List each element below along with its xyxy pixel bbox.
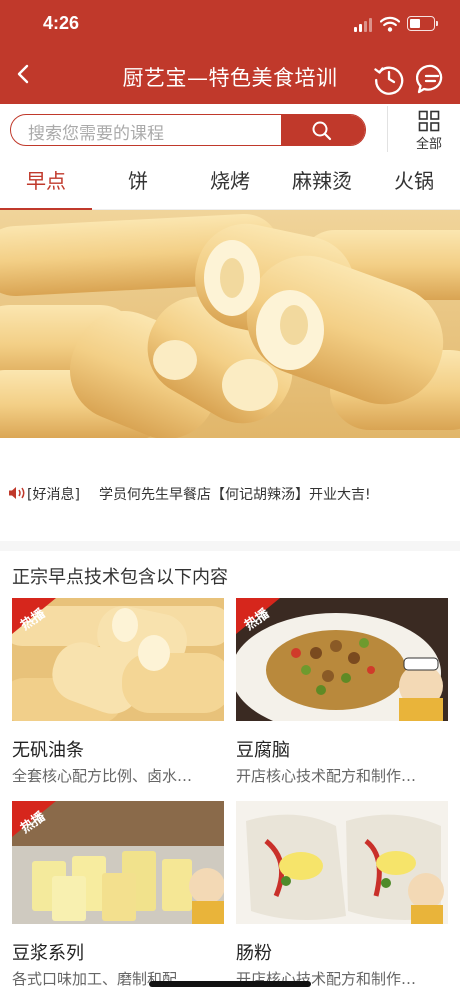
hot-badge: 热播: [12, 598, 68, 638]
message-bubble-icon[interactable]: [416, 63, 448, 95]
course-card[interactable]: 热播 无矾油条 全套核心配方比例、卤水…: [12, 598, 224, 785]
home-indicator[interactable]: [149, 981, 311, 987]
speaker-icon: [9, 487, 25, 499]
course-thumbnail: [236, 801, 448, 924]
history-clock-icon[interactable]: [373, 63, 405, 95]
status-bar: 4:26: [0, 0, 460, 50]
course-thumbnail: 热播: [12, 801, 224, 924]
course-card[interactable]: 热播 豆腐脑 开店核心技术配方和制作…: [236, 598, 448, 785]
course-thumbnail: 热播: [12, 598, 224, 721]
news-tag: [好消息]: [27, 487, 80, 503]
divider: [387, 106, 388, 152]
grid-icon: [418, 110, 440, 132]
cellular-signal-icon: [354, 18, 374, 32]
section-title: 正宗早点技术包含以下内容: [12, 567, 228, 588]
battery-icon: [407, 16, 438, 31]
page-title: 厨艺宝—特色美食培训: [122, 66, 338, 90]
search-button[interactable]: [281, 115, 365, 145]
course-name: 豆浆系列: [12, 943, 84, 964]
tab-label: 早点: [26, 169, 66, 193]
course-name: 无矾油条: [12, 740, 84, 761]
course-desc: 全套核心配方比例、卤水…: [12, 767, 193, 785]
tab-label: 烧烤: [210, 169, 250, 193]
app-header: 4:26 厨艺宝—特色美食培训: [0, 0, 460, 104]
all-categories-button[interactable]: 全部: [402, 110, 456, 152]
course-card[interactable]: 热播 豆浆系列 各式口味加工、磨制和配…: [12, 801, 224, 988]
tab-huoguo[interactable]: 火锅: [368, 154, 460, 210]
course-thumbnail: 热播: [236, 598, 448, 721]
wifi-icon: [380, 16, 400, 32]
app-screen: 4:26 厨艺宝—特色美食培训 搜索您需要的课程 全部 早点 饼 烧烤 麻辣烫 …: [0, 0, 460, 996]
course-name: 肠粉: [236, 943, 272, 964]
tab-malatang[interactable]: 麻辣烫: [276, 154, 368, 210]
course-name: 豆腐脑: [236, 740, 290, 761]
tab-shaokao[interactable]: 烧烤: [184, 154, 276, 210]
banner-image[interactable]: [0, 210, 460, 438]
tab-label: 火锅: [394, 169, 434, 193]
tab-label: 饼: [128, 169, 148, 193]
category-tabs: 早点 饼 烧烤 麻辣烫 火锅: [0, 154, 460, 210]
tab-label: 麻辣烫: [292, 169, 352, 193]
news-text: 学员何先生早餐店【何记胡辣汤】开业大吉!: [99, 487, 371, 503]
news-ticker[interactable]: [好消息] 学员何先生早餐店【何记胡辣汤】开业大吉!: [0, 438, 460, 541]
search-input[interactable]: 搜索您需要的课程: [10, 114, 366, 146]
hot-badge: 热播: [236, 598, 292, 638]
hot-badge: 热播: [12, 801, 68, 841]
search-icon: [312, 121, 332, 141]
search-bar-row: 搜索您需要的课程 全部: [0, 104, 460, 154]
back-arrow-icon[interactable]: [12, 62, 36, 86]
search-placeholder: 搜索您需要的课程: [28, 124, 164, 144]
all-categories-label: 全部: [415, 137, 442, 152]
tab-zaodian[interactable]: 早点: [0, 154, 92, 210]
tab-bing[interactable]: 饼: [92, 154, 184, 210]
course-section: 正宗早点技术包含以下内容 热播 无矾油条 全套核心配方比例、卤水… 热播 豆腐脑…: [0, 551, 460, 996]
course-card[interactable]: 肠粉 开店核心技术配方和制作…: [236, 801, 448, 988]
status-time: 4:26: [43, 13, 80, 33]
course-desc: 开店核心技术配方和制作…: [236, 767, 417, 785]
